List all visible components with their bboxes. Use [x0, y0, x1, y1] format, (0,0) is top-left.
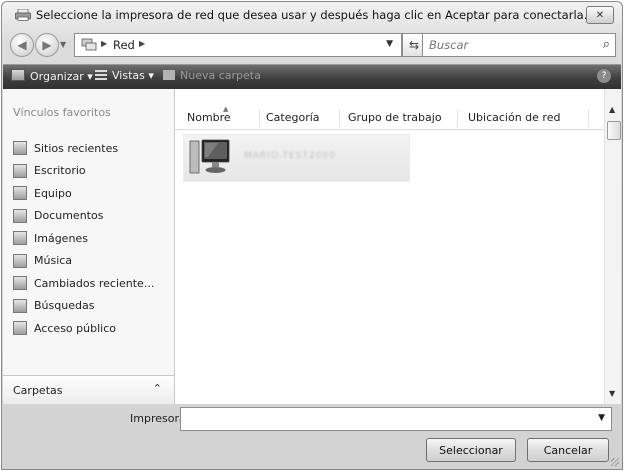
sidebar-item-documents[interactable]: Documentos: [13, 205, 154, 228]
column-header-name[interactable]: ▲ Nombre: [187, 105, 231, 124]
search-placeholder: Buscar: [429, 38, 469, 52]
resize-grip[interactable]: [611, 458, 619, 466]
column-divider[interactable]: [339, 109, 340, 127]
forward-arrow-icon: ▶: [42, 38, 52, 52]
help-icon: ?: [601, 71, 607, 81]
computer-icon: [189, 139, 230, 174]
scroll-up-icon[interactable]: ▲: [609, 105, 615, 114]
pictures-icon: [13, 231, 27, 246]
back-arrow-icon: ◀: [17, 38, 27, 52]
select-button[interactable]: Seleccionar: [426, 438, 516, 462]
views-icon: [95, 70, 107, 80]
column-header-network-location[interactable]: Ubicación de red: [468, 111, 560, 124]
cancel-button[interactable]: Cancelar: [527, 438, 609, 462]
title-bar: Seleccione la impresora de red que desea…: [2, 2, 622, 28]
scroll-down-icon[interactable]: ▼: [609, 389, 615, 398]
computer-icon: [13, 186, 27, 201]
public-icon: [13, 321, 27, 336]
breadcrumb-chevron-icon[interactable]: ▶: [101, 39, 107, 48]
column-header-category[interactable]: Categoría: [266, 111, 320, 124]
scrollbar-thumb[interactable]: [607, 121, 621, 140]
organize-icon: [11, 69, 25, 81]
sidebar-item-desktop[interactable]: Escritorio: [13, 160, 154, 183]
forward-button[interactable]: ▶: [35, 33, 59, 57]
list-item[interactable]: MARIO-TEST2000: [183, 134, 410, 182]
new-folder-button[interactable]: Nueva carpeta: [163, 69, 261, 82]
documents-icon: [13, 208, 27, 223]
refresh-icon: ⇆: [408, 38, 420, 52]
file-list: ▲ Nombre Categoría Grupo de trabajo Ubic…: [175, 89, 605, 404]
sidebar-item-recently-changed[interactable]: Cambiados reciente...: [13, 272, 154, 295]
window-title: Seleccione la impresora de red que desea…: [36, 8, 588, 22]
close-button[interactable]: ✕: [586, 6, 614, 24]
favorite-links-heading: Vínculos favoritos: [13, 106, 111, 119]
column-divider[interactable]: [457, 109, 458, 127]
printer-icon: [15, 9, 31, 21]
address-bar[interactable]: ▶ Red ▶ ▼: [74, 33, 402, 57]
chevron-down-icon: ▾: [148, 69, 154, 82]
command-bar: Organizar ▾ Vistas ▾ Nueva carpeta ?: [3, 64, 621, 90]
help-button[interactable]: ?: [597, 69, 611, 83]
organize-menu[interactable]: Organizar ▾: [11, 69, 93, 83]
column-header-workgroup[interactable]: Grupo de trabajo: [348, 111, 442, 124]
favorite-links-list: Sitios recientes Escritorio Equipo Docum…: [13, 137, 154, 340]
recently-changed-icon: [13, 276, 27, 291]
music-icon: [13, 253, 27, 268]
folders-toggle[interactable]: Carpetas ⌃: [3, 375, 174, 404]
sidebar-item-computer[interactable]: Equipo: [13, 182, 154, 205]
sidebar-item-searches[interactable]: Búsquedas: [13, 295, 154, 318]
chevron-up-icon: ⌃: [152, 382, 162, 395]
address-row: ◀ ▶ ▼ ▶ Red ▶ ▼ ⇆ Buscar ⌕: [2, 30, 622, 60]
list-item-name: MARIO-TEST2000: [244, 151, 336, 161]
searches-icon: [13, 298, 27, 313]
folders-label: Carpetas: [13, 384, 63, 397]
vertical-scrollbar[interactable]: ▲ ▼: [604, 89, 621, 404]
address-dropdown-icon[interactable]: ▼: [386, 39, 393, 49]
sidebar-item-pictures[interactable]: Imágenes: [13, 227, 154, 250]
recent-places-icon: [13, 141, 27, 156]
column-divider[interactable]: [259, 109, 260, 127]
new-folder-icon: [163, 70, 175, 80]
desktop-icon: [13, 163, 27, 178]
close-icon: ✕: [595, 9, 605, 21]
column-headers: ▲ Nombre Categoría Grupo de trabajo Ubic…: [175, 105, 605, 130]
back-button[interactable]: ◀: [10, 33, 34, 57]
search-input[interactable]: Buscar ⌕: [422, 33, 616, 57]
sidebar-item-public[interactable]: Acceso público: [13, 317, 154, 340]
dropdown-arrow-icon[interactable]: ▼: [598, 413, 605, 423]
recent-pages-dropdown-icon[interactable]: ▼: [60, 40, 66, 49]
views-menu[interactable]: Vistas ▾: [95, 69, 154, 82]
search-icon[interactable]: ⌕: [603, 37, 610, 52]
breadcrumb-network[interactable]: Red: [113, 38, 135, 52]
sort-ascending-icon: ▲: [223, 105, 229, 113]
printer-combobox[interactable]: ▼: [180, 407, 612, 431]
printer-dialog: Seleccione la impresora de red que desea…: [1, 1, 623, 470]
sidebar-item-music[interactable]: Música: [13, 250, 154, 273]
column-divider[interactable]: [588, 109, 589, 127]
chevron-down-icon: ▾: [87, 70, 93, 83]
printer-field-label: Impresora: [130, 412, 186, 425]
breadcrumb-chevron-icon[interactable]: ▶: [139, 39, 145, 48]
network-icon: [81, 38, 97, 51]
sidebar-item-recent-places[interactable]: Sitios recientes: [13, 137, 154, 160]
navigation-pane: Vínculos favoritos Sitios recientes Escr…: [3, 89, 175, 404]
